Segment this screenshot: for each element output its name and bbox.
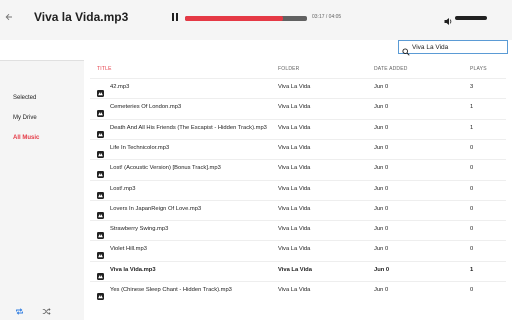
column-header-title[interactable]: TITLE xyxy=(97,66,112,72)
cell-folder: Viva La Vida xyxy=(278,104,311,111)
table-row[interactable]: Yes (Chinese Sleep Chant - Hidden Track)… xyxy=(90,281,506,301)
sidebar: Selected My Drive All Music xyxy=(0,60,84,320)
table-row[interactable]: Lost! (Acoustic Version) [Bonus Track].m… xyxy=(90,159,506,179)
cell-title: Strawberry Swing.mp3 xyxy=(110,226,169,233)
column-header-folder[interactable]: FOLDER xyxy=(278,66,299,72)
cell-plays: 0 xyxy=(470,226,474,233)
shuffle-icon[interactable] xyxy=(42,303,51,315)
drive-file-icon xyxy=(97,165,104,179)
table-row[interactable]: Lost!.mp3 Viva La Vida Jun 0 0 xyxy=(90,179,506,200)
pause-icon[interactable] xyxy=(172,13,179,21)
cell-date-added: Jun 0 xyxy=(374,226,389,233)
table-row[interactable]: Lovers In JapanReign Of Love.mp3 Viva La … xyxy=(90,199,506,220)
cell-title: Yes (Chinese Sleep Chant - Hidden Track)… xyxy=(110,287,232,293)
cell-date-added: Jun 0 xyxy=(374,266,390,273)
cell-folder: Viva La Vida xyxy=(278,226,311,233)
sidebar-item-my-drive[interactable]: My Drive xyxy=(13,115,37,121)
cell-title: Cemeteries Of London.mp3 xyxy=(110,104,182,111)
drive-file-icon xyxy=(97,84,104,97)
cell-plays: 0 xyxy=(470,185,474,192)
cell-folder: Viva La Vida xyxy=(278,266,312,273)
cell-plays: 3 xyxy=(470,84,474,90)
cell-folder: Viva La Vida xyxy=(278,144,311,151)
player-bar: Viva la Vida.mp3 03:17 / 04:05 xyxy=(0,0,512,40)
table-row[interactable]: 42.mp3 Viva La Vida Jun 0 3 xyxy=(90,78,506,98)
drive-file-icon xyxy=(97,287,104,300)
now-playing-title: Viva la Vida.mp3 xyxy=(34,10,129,24)
cell-plays: 0 xyxy=(470,144,474,151)
cell-title: Lovers In JapanReign Of Love.mp3 xyxy=(110,205,202,212)
drive-file-icon xyxy=(97,226,104,240)
cell-folder: Viva La Vida xyxy=(278,84,311,90)
playback-time: 03:17 / 04:05 xyxy=(312,14,342,20)
drive-file-icon xyxy=(97,145,104,158)
cell-plays: 1 xyxy=(470,124,474,131)
search-box[interactable] xyxy=(398,40,508,56)
sidebar-item-all-music[interactable]: All Music xyxy=(13,135,39,141)
table-row[interactable]: Violet Hill.mp3 Viva La Vida Jun 0 0 xyxy=(90,240,506,260)
cell-plays: 1 xyxy=(470,104,474,111)
cell-date-added: Jun 0 xyxy=(374,104,389,111)
cell-date-added: Jun 0 xyxy=(374,84,389,90)
cell-plays: 0 xyxy=(470,287,474,293)
cell-date-added: Jun 0 xyxy=(374,165,389,172)
cell-date-added: Jun 0 xyxy=(374,246,389,253)
table-row[interactable]: Life In Technicolor.mp3 Viva La Vida Jun 0… xyxy=(90,138,506,159)
volume-slider[interactable] xyxy=(455,16,487,20)
progress-fill xyxy=(185,16,283,21)
progress-bar[interactable] xyxy=(185,16,307,21)
sidebar-item-selected[interactable]: Selected xyxy=(13,95,36,101)
drive-file-icon xyxy=(97,267,104,280)
cell-folder: Viva La Vida xyxy=(278,246,311,253)
volume-icon[interactable] xyxy=(444,13,453,25)
cell-plays: 0 xyxy=(470,165,474,172)
table-row[interactable]: Death And All His Friends (The Escapist … xyxy=(90,118,506,139)
cell-folder: Viva La Vida xyxy=(278,205,311,212)
cell-folder: Viva La Vida xyxy=(278,287,311,293)
cell-title: Lost! (Acoustic Version) [Bonus Track].m… xyxy=(110,165,221,172)
cell-title: Violet Hill.mp3 xyxy=(110,246,147,253)
cell-title: Life In Technicolor.mp3 xyxy=(110,144,170,151)
drive-file-icon xyxy=(97,246,104,260)
table-row[interactable]: Cemeteries Of London.mp3 Viva La Vida Jun … xyxy=(90,98,506,118)
cell-date-added: Jun 0 xyxy=(374,144,389,151)
repeat-icon[interactable] xyxy=(15,303,24,315)
cell-folder: Viva La Vida xyxy=(278,185,311,192)
search-icon xyxy=(402,43,410,56)
cell-title: Death And All His Friends (The Escapist … xyxy=(110,124,267,131)
column-header-date-added[interactable]: DATE ADDED xyxy=(374,66,408,72)
cell-title: 42.mp3 xyxy=(110,84,130,90)
column-header-plays[interactable]: PLAYS xyxy=(470,66,487,72)
table-row[interactable]: Strawberry Swing.mp3 Viva La Vida Jun 0 0 xyxy=(90,220,506,240)
cell-date-added: Jun 0 xyxy=(374,287,389,293)
cell-plays: 1 xyxy=(470,266,474,273)
drive-file-icon xyxy=(97,104,104,118)
search-input[interactable] xyxy=(412,42,506,52)
cell-title: Lost!.mp3 xyxy=(110,185,136,192)
back-arrow-icon[interactable] xyxy=(5,12,15,26)
cell-folder: Viva La Vida xyxy=(278,165,311,172)
drive-file-icon xyxy=(97,206,104,219)
cell-plays: 0 xyxy=(470,246,474,253)
drive-file-icon xyxy=(97,125,104,138)
cell-date-added: Jun 0 xyxy=(374,205,389,212)
cell-plays: 0 xyxy=(470,205,474,212)
cell-date-added: Jun 0 xyxy=(374,124,389,131)
cell-folder: Viva La Vida xyxy=(278,124,311,131)
table-row[interactable]: Viva la Vida.mp3 Viva La Vida Jun 0 1 xyxy=(90,260,506,281)
drive-file-icon xyxy=(97,186,104,199)
cell-date-added: Jun 0 xyxy=(374,185,389,192)
cell-title: Viva la Vida.mp3 xyxy=(110,266,156,273)
